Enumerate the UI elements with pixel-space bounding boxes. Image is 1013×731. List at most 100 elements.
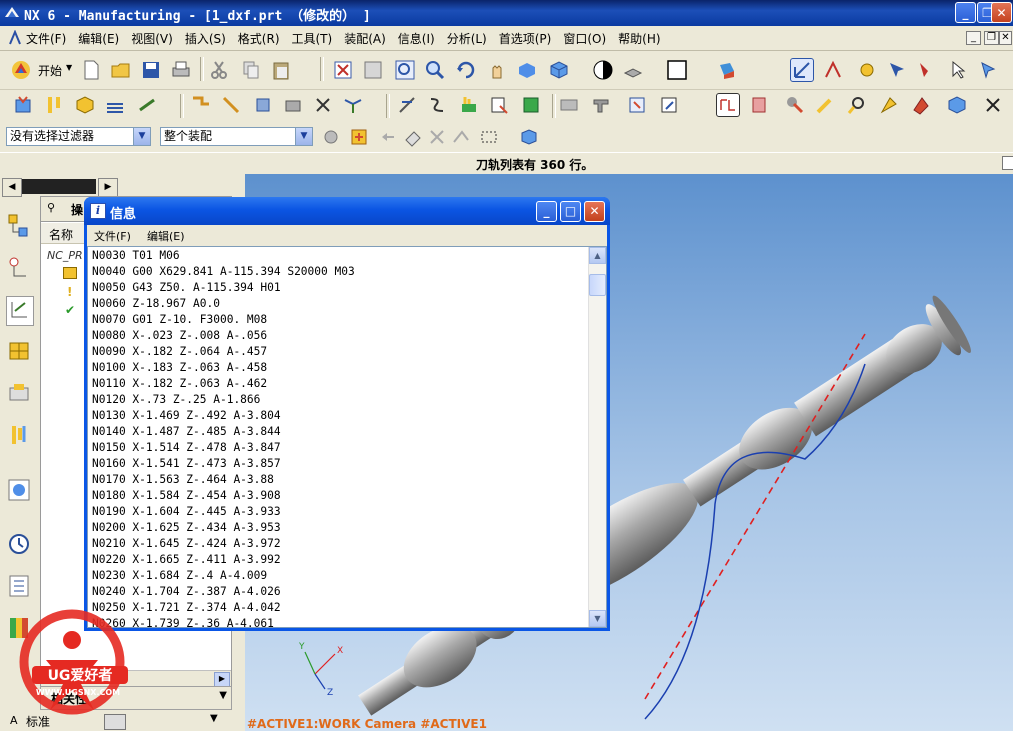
toolpath-list-icon[interactable] <box>716 93 740 117</box>
machine-navigator-icon[interactable] <box>6 338 32 366</box>
csys-icon[interactable] <box>822 59 844 81</box>
tool-path-edit-icon[interactable] <box>814 94 836 116</box>
create-operation-icon[interactable] <box>136 94 158 116</box>
close-button[interactable]: ✕ <box>991 2 1012 23</box>
scroll-thumb[interactable] <box>589 274 606 296</box>
minimize-button[interactable]: _ <box>955 2 976 23</box>
pan-icon[interactable] <box>486 59 508 81</box>
shaded-view-icon[interactable] <box>516 59 538 81</box>
tree-root-label[interactable]: NC_PR <box>47 249 83 262</box>
menu-item[interactable]: 文件(F) <box>26 30 66 47</box>
open-folder-icon[interactable] <box>110 59 132 81</box>
rotate-icon[interactable] <box>455 59 477 81</box>
selection-filter-dropdown[interactable]: 没有选择过滤器 ▼ <box>6 127 151 146</box>
magnifier-icon[interactable] <box>424 59 446 81</box>
menu-item[interactable]: 装配(A) <box>344 30 386 47</box>
create-tool-icon[interactable] <box>44 94 66 116</box>
cut-icon[interactable] <box>208 59 230 81</box>
rectangle-select-icon[interactable] <box>478 126 500 148</box>
render-cube-icon[interactable] <box>548 59 570 81</box>
pin-icon[interactable]: ⚲ <box>47 201 55 214</box>
save-icon[interactable] <box>140 59 162 81</box>
orient-tool-icon[interactable] <box>784 94 806 116</box>
copy-icon[interactable] <box>240 59 262 81</box>
dialog-menu-edit[interactable]: 编辑(E) <box>147 228 185 244</box>
mdi-close-button[interactable]: ✕ <box>999 31 1012 45</box>
scroll-left-arrow-icon[interactable]: ◀ <box>2 178 22 197</box>
cube-small-icon[interactable] <box>518 126 540 148</box>
edit-object-icon[interactable] <box>622 59 644 81</box>
constraint-navigator-icon[interactable] <box>6 254 32 282</box>
info-vscrollbar[interactable]: ▲ ▼ <box>588 247 606 627</box>
info-dialog-titlebar[interactable]: i 信息 _ □ ✕ <box>84 197 610 225</box>
mdi-restore-button[interactable]: ❐ <box>984 31 999 45</box>
dialog-minimize-button[interactable]: _ <box>536 201 557 222</box>
generate-toolpath-icon[interactable] <box>342 94 364 116</box>
snap-point-icon[interactable] <box>856 59 878 81</box>
color-swatch-icon[interactable] <box>666 59 688 81</box>
create-program-icon[interactable] <box>12 94 34 116</box>
tool-holder-icon[interactable] <box>590 94 612 116</box>
menu-item[interactable]: 窗口(O) <box>563 30 606 47</box>
menu-item[interactable]: 信息(I) <box>398 30 435 47</box>
menu-item[interactable]: 首选项(P) <box>499 30 552 47</box>
background-color-icon[interactable] <box>592 59 614 81</box>
probe-icon[interactable] <box>846 94 868 116</box>
new-file-icon[interactable] <box>80 59 102 81</box>
menu-item[interactable]: 分析(L) <box>447 30 487 47</box>
part-navigator-cube-icon[interactable] <box>946 94 968 116</box>
info-text-area[interactable]: N0030 T01 M06 N0040 G00 X629.841 A-115.39… <box>87 246 607 628</box>
zoom-window-icon[interactable] <box>362 59 384 81</box>
verify-toolpath-icon[interactable] <box>458 94 480 116</box>
type-filter-icon[interactable] <box>320 126 342 148</box>
dialog-close-button[interactable]: ✕ <box>584 201 605 222</box>
delete-operation-icon[interactable] <box>312 94 334 116</box>
navigator-scrollbar[interactable]: ◀ ▶ <box>0 176 118 197</box>
scroll-down-arrow-icon[interactable]: ▼ <box>589 610 606 627</box>
zoom-icon[interactable] <box>394 59 416 81</box>
create-method-icon[interactable] <box>104 94 126 116</box>
tool-library-icon[interactable] <box>6 380 32 408</box>
menu-item[interactable]: 工具(T) <box>292 30 333 47</box>
history-clock-icon[interactable] <box>6 530 32 558</box>
filter-select-icon[interactable] <box>916 59 938 81</box>
view-orient-icon[interactable] <box>716 59 738 81</box>
dialog-menu-file[interactable]: 文件(F) <box>94 228 131 244</box>
feeds-speeds-icon[interactable] <box>626 94 648 116</box>
chevron-down-icon[interactable]: ▼ <box>210 713 218 724</box>
program-order-view-icon[interactable] <box>190 94 212 116</box>
snap-end-icon[interactable] <box>348 126 370 148</box>
assembly-scope-dropdown[interactable]: 整个装配 ▼ <box>160 127 313 146</box>
start-menu-label[interactable]: 开始 <box>38 62 62 79</box>
nx-start-icon[interactable] <box>10 59 32 81</box>
print-icon[interactable] <box>170 59 192 81</box>
menu-item[interactable]: 视图(V) <box>131 30 173 47</box>
scroll-thumb[interactable] <box>22 179 96 194</box>
menu-item[interactable]: 帮助(H) <box>618 30 660 47</box>
web-browser-icon[interactable] <box>6 476 32 504</box>
undo-arrow-icon[interactable] <box>378 126 400 148</box>
shop-docs-icon[interactable] <box>520 94 542 116</box>
scroll-right-arrow-icon[interactable]: ▶ <box>98 178 118 197</box>
cut-region-icon[interactable] <box>558 94 580 116</box>
transform-icon[interactable] <box>910 94 932 116</box>
menu-item[interactable]: 编辑(E) <box>78 30 119 47</box>
create-geometry-icon[interactable] <box>74 94 96 116</box>
start-dropdown-icon[interactable]: ▼ <box>66 63 72 72</box>
select-all-icon[interactable] <box>978 59 1000 81</box>
reuse-library-icon[interactable] <box>6 422 32 450</box>
pointer-icon[interactable] <box>948 59 970 81</box>
chevron-down-icon[interactable]: ▼ <box>219 690 227 701</box>
machine-setup-icon[interactable] <box>878 94 900 116</box>
machine-tool-view-icon[interactable] <box>220 94 242 116</box>
list-toolpath-icon[interactable] <box>426 94 448 116</box>
process-studio-icon[interactable] <box>6 572 32 600</box>
method-view-icon[interactable] <box>282 94 304 116</box>
postprocess-icon[interactable] <box>488 94 510 116</box>
scroll-up-arrow-icon[interactable]: ▲ <box>589 247 606 264</box>
mdi-minimize-button[interactable]: _ <box>966 31 981 45</box>
dialog-maximize-button[interactable]: □ <box>560 201 581 222</box>
menu-item[interactable]: 插入(S) <box>185 30 226 47</box>
edit-display-icon[interactable] <box>658 94 680 116</box>
assembly-navigator-icon[interactable] <box>6 212 32 240</box>
